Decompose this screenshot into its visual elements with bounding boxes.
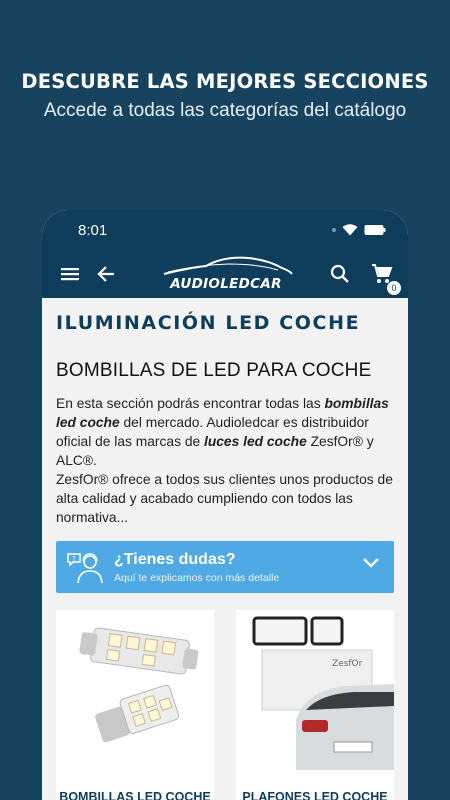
back-button[interactable] xyxy=(88,256,124,292)
product-card-plafones[interactable]: ZesfOr PLAFONES LED COCHE xyxy=(236,610,394,800)
plafon-car-image: ZesfOr xyxy=(252,616,394,770)
chevron-down-icon xyxy=(363,558,379,568)
faq-text: ¿Tienes dudas? Aquí te explicamos con má… xyxy=(114,551,279,584)
product-grid: BOMBILLAS LED COCHE ZesfOr PLAFONES LED … xyxy=(56,610,394,800)
support-agent-icon: ? xyxy=(67,553,103,584)
wifi-icon xyxy=(342,224,358,236)
faq-banner[interactable]: ? ¿Tienes dudas? Aquí te explicamos con … xyxy=(56,541,394,593)
category-heading: BOMBILLAS DE LED PARA COCHE xyxy=(56,360,372,381)
status-bar: 8:01 xyxy=(42,210,408,250)
svg-text:?: ? xyxy=(72,555,76,563)
product-name: PLAFONES LED COCHE xyxy=(242,790,388,800)
app-bar: AUDIOLEDCAR 0 xyxy=(42,250,408,298)
faq-title: ¿Tienes dudas? xyxy=(114,550,236,568)
search-icon xyxy=(330,264,349,283)
category-description: En esta sección podrás encontrar todas l… xyxy=(56,394,394,527)
product-name: BOMBILLAS LED COCHE xyxy=(59,790,211,800)
battery-icon xyxy=(364,225,386,235)
phone-frame: 8:01 AUDIOLEDCAR 0 ILUMINACIÓN LED COCHE… xyxy=(42,210,408,800)
cart-button[interactable]: 0 xyxy=(364,256,402,296)
app-bar-actions: 0 xyxy=(322,256,402,296)
search-button[interactable] xyxy=(322,256,358,292)
promo-title: DESCUBRE LAS MEJORES SECCIONES xyxy=(21,70,429,93)
page-title: ILUMINACIÓN LED COCHE xyxy=(56,312,361,334)
svg-text:ZesfOr: ZesfOr xyxy=(332,659,363,669)
cart-count-badge: 0 xyxy=(386,280,402,296)
notification-dot-icon xyxy=(332,228,336,232)
car-silhouette-icon xyxy=(163,256,293,275)
product-card-bombillas[interactable]: BOMBILLAS LED COCHE xyxy=(56,610,214,800)
menu-button[interactable] xyxy=(52,256,88,292)
hamburger-menu-icon xyxy=(61,268,79,281)
faq-subtitle: Aquí te explicamos con más detalle xyxy=(114,571,280,584)
desc-emphasis: luces led coche xyxy=(204,434,307,449)
arrow-left-icon xyxy=(97,266,114,282)
logo-text: AUDIOLEDCAR xyxy=(170,276,282,292)
promo-subtitle: Accede a todas las categorías del catálo… xyxy=(43,100,407,121)
desc-text: ZesfOr® ofrece a todos sus clientes unos… xyxy=(56,472,393,525)
desc-text: En esta sección podrás encontrar todas l… xyxy=(56,396,325,411)
page-content: ILUMINACIÓN LED COCHE BOMBILLAS DE LED P… xyxy=(42,298,408,800)
status-icons xyxy=(332,224,386,236)
led-bulb-image xyxy=(79,627,199,743)
brand-logo[interactable]: AUDIOLEDCAR xyxy=(158,254,294,294)
status-time: 8:01 xyxy=(78,221,108,239)
